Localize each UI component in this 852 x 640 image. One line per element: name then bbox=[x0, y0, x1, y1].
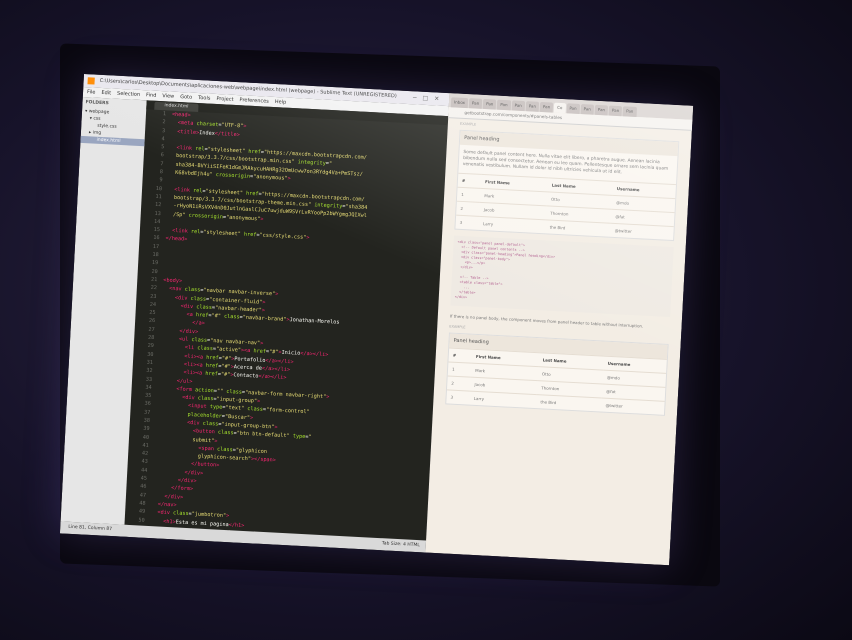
panel-table: # First Name Last Name Username 1 Mark Ott… bbox=[455, 173, 677, 241]
code-sample: <div class="panel panel-default"> <!-- D… bbox=[450, 235, 674, 318]
table-cell: Larry bbox=[469, 391, 537, 409]
browser-tab[interactable]: Pan bbox=[622, 106, 637, 117]
monitor-screen: C:\Users\carlos\Desktop\Documents\aplica… bbox=[59, 74, 694, 566]
sublime-window: C:\Users\carlos\Desktop\Documents\aplica… bbox=[59, 74, 450, 553]
browser-tab[interactable]: Pan bbox=[594, 104, 609, 116]
browser-tab[interactable]: Pan bbox=[468, 98, 483, 109]
table-cell: @twitter bbox=[610, 223, 674, 241]
browser-tab[interactable]: Pan bbox=[497, 99, 511, 111]
menu-goto[interactable]: Goto bbox=[180, 92, 192, 103]
table-cell: 2 bbox=[456, 201, 481, 217]
menu-view[interactable]: View bbox=[162, 91, 174, 102]
browser-tab[interactable]: Inbox bbox=[450, 97, 469, 109]
table-cell: 3 bbox=[446, 389, 471, 405]
table-cell: the Bird bbox=[545, 219, 612, 237]
table-cell: 1 bbox=[447, 361, 472, 378]
browser-tab[interactable]: Co bbox=[553, 102, 566, 114]
menu-file[interactable]: File bbox=[87, 87, 96, 97]
browser-tab[interactable]: Pan bbox=[511, 100, 526, 112]
code-content: <head> <meta charset="UTF-8"> <title>Ind… bbox=[154, 111, 368, 539]
menu-tools[interactable]: Tools bbox=[198, 93, 211, 104]
browser-tab[interactable]: Pan bbox=[580, 104, 595, 115]
browser-tab[interactable]: Pan bbox=[566, 103, 580, 114]
line-number: 50 bbox=[138, 517, 145, 524]
cursor-position: Line 81, Column 87 bbox=[68, 524, 113, 533]
browser-tab[interactable]: Pan bbox=[482, 98, 497, 110]
table-header: # bbox=[457, 173, 482, 189]
panel-table-2: # First Name Last Name Username 1 Mark Ott… bbox=[446, 347, 667, 415]
browser-tab[interactable]: Pan bbox=[539, 101, 554, 113]
table-cell: @twitter bbox=[601, 398, 665, 415]
browser-tab[interactable]: Pan bbox=[608, 105, 623, 117]
table-cell: 1 bbox=[456, 187, 481, 203]
table-cell: the Bird bbox=[536, 394, 602, 412]
table-cell: Larry bbox=[478, 216, 547, 234]
window-controls[interactable]: ─□✕ bbox=[413, 91, 446, 106]
status-right[interactable]: Tab Size: 4 HTML bbox=[381, 538, 420, 552]
code-editor[interactable]: 1 2 3 4 5 6 7 8 9 10 11 12 13 14 15 16 17 18 19 20 21 22 23 24 2… bbox=[124, 109, 447, 540]
sublime-app-icon bbox=[87, 77, 95, 85]
panel-example-2: Panel heading # First Name Last Name Use… bbox=[445, 332, 669, 416]
table-header: # bbox=[448, 347, 473, 364]
bootstrap-docs-page: EXAMPLE Panel heading Some default panel… bbox=[445, 120, 680, 416]
browser-tab[interactable]: Pan bbox=[525, 101, 540, 112]
menu-edit[interactable]: Edit bbox=[101, 88, 111, 98]
table-cell: 3 bbox=[455, 215, 480, 230]
panel-example: Panel heading Some default panel content… bbox=[454, 129, 680, 242]
table-cell: 2 bbox=[446, 375, 471, 392]
menu-help[interactable]: Help bbox=[275, 97, 287, 108]
menu-find[interactable]: Find bbox=[146, 90, 157, 101]
browser-window: Inbox Pan Pan Pan Pan Pan Pan Co Pan Pan Pan Pan Pan… bbox=[425, 93, 694, 566]
